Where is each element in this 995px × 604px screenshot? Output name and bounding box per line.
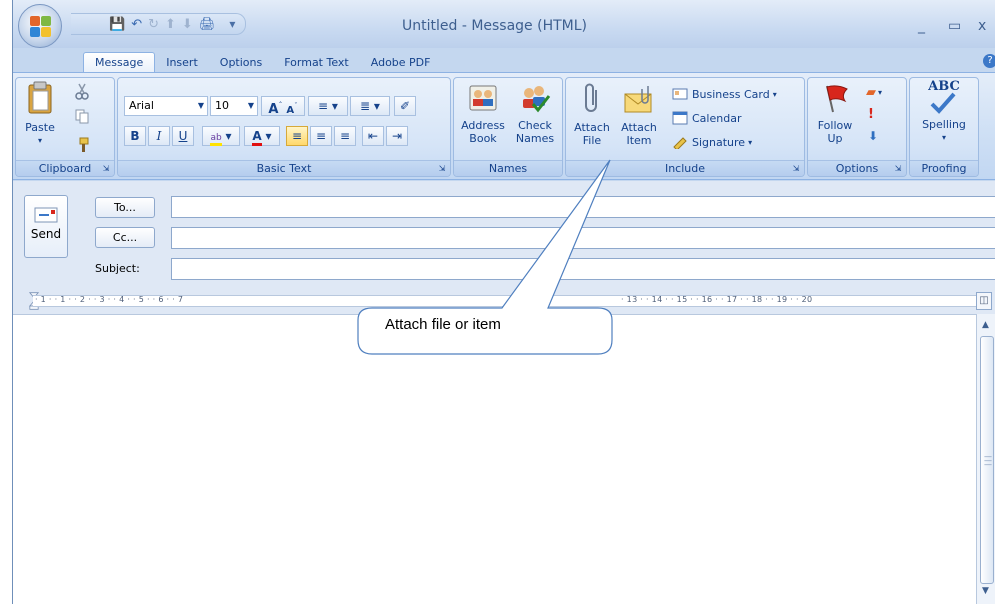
vertical-scrollbar[interactable]: ▲ — — — ▼: [976, 314, 995, 604]
ribbon-tabs: Message Insert Options Format Text Adobe…: [83, 50, 441, 73]
increase-indent-button[interactable]: ⇥: [386, 126, 408, 146]
address-book-button[interactable]: Address Book: [458, 82, 508, 145]
font-name-combo[interactable]: Arial ▼: [124, 96, 208, 116]
font-color-button[interactable]: A ▾: [244, 126, 280, 146]
ruler-left-marks: · 1 · · 1 · · 2 · · 3 · · 4 · · 5 · · 6 …: [35, 295, 184, 304]
grip-icon: — — —: [984, 452, 992, 469]
importance-low-icon[interactable]: ⬇: [868, 126, 878, 146]
business-card-button[interactable]: Business Card ▾: [672, 84, 777, 104]
tab-adobe-pdf[interactable]: Adobe PDF: [360, 53, 442, 73]
title-bar: 💾 ↶ ↻ ⬆ ⬇ 🖨 ▾ Untitled - Message (HTML) …: [13, 0, 995, 48]
message-header: Send To... Cc... Subject:: [13, 181, 995, 286]
clipboard-group-label: Clipboard: [16, 160, 114, 176]
paste-icon: [28, 81, 52, 114]
scroll-down-icon[interactable]: ▼: [982, 586, 989, 596]
options-group-label: Options: [808, 160, 906, 176]
close-icon[interactable]: x: [978, 18, 986, 34]
to-field[interactable]: [171, 196, 995, 218]
check-names-icon: [523, 86, 551, 113]
calendar-icon: [672, 111, 688, 125]
underline-button[interactable]: U: [172, 126, 194, 146]
attach-item-button[interactable]: Attach Item: [616, 82, 662, 147]
basic-text-launcher-icon[interactable]: ⇲: [437, 164, 447, 174]
maximize-icon[interactable]: ▭: [948, 18, 961, 34]
group-include: Attach File Attach Item Business Card ▾ C…: [565, 77, 805, 177]
office-logo-icon: [30, 16, 52, 38]
send-envelope-icon: [34, 207, 58, 223]
flag-icon: [826, 85, 848, 113]
group-basic-text: Arial ▼ 10 ▼ Aˆ Aˇ ≡ ▾ ≣ ▾ ✐ B I U ab ▾ A …: [117, 77, 451, 177]
help-icon[interactable]: ?: [983, 54, 995, 68]
group-names: Address Book Check Names Names: [453, 77, 563, 177]
group-proofing: ABC Spelling ▾ Proofing: [909, 77, 979, 177]
align-center-button[interactable]: ≡: [310, 126, 332, 146]
ruler-strip: · 1 · · 1 · · 2 · · 3 · · 4 · · 5 · · 6 …: [33, 295, 983, 307]
names-group-label: Names: [454, 160, 562, 176]
scroll-up-icon[interactable]: ▲: [982, 320, 989, 330]
subject-field[interactable]: [171, 258, 995, 280]
check-names-button[interactable]: Check Names: [510, 82, 560, 145]
ruler-right-marks: · 13 · · 14 · · 15 · · 16 · · 17 · · 18 …: [621, 295, 813, 304]
send-button[interactable]: Send: [24, 195, 68, 258]
signature-button[interactable]: Signature ▾: [672, 132, 752, 152]
tab-format-text[interactable]: Format Text: [273, 53, 360, 73]
callout-text: Attach file or item: [385, 316, 501, 333]
signature-icon: [673, 137, 687, 149]
decrease-indent-button[interactable]: ⇤: [362, 126, 384, 146]
align-left-button[interactable]: ≡: [286, 126, 308, 146]
cut-icon[interactable]: [74, 82, 90, 100]
address-book-icon: [469, 85, 497, 111]
minimize-icon[interactable]: _: [918, 18, 925, 34]
spelling-check-icon: ABC: [914, 80, 974, 118]
paste-button[interactable]: Paste ▾: [20, 80, 60, 147]
tab-options[interactable]: Options: [209, 53, 273, 73]
align-right-button[interactable]: ≡: [334, 126, 356, 146]
tab-insert[interactable]: Insert: [155, 53, 209, 73]
calendar-button[interactable]: Calendar: [672, 108, 741, 128]
follow-up-button[interactable]: Follow Up: [810, 82, 860, 145]
numbering-button[interactable]: ≣ ▾: [350, 96, 390, 116]
envelope-icon: [624, 86, 652, 113]
group-options: Follow Up ▰ ▾ ! ⬇ Options ⇲: [807, 77, 907, 177]
scroll-thumb[interactable]: — — —: [980, 336, 994, 584]
ribbon: Paste ▾ Clipboard ⇲ Arial ▼ 10 ▼ Aˆ Aˇ ≡…: [13, 72, 995, 180]
group-clipboard: Paste ▾ Clipboard ⇲: [15, 77, 115, 177]
format-painter-icon[interactable]: [74, 136, 90, 154]
options-launcher-icon[interactable]: ⇲: [893, 164, 903, 174]
copy-icon[interactable]: [74, 108, 90, 124]
tab-message[interactable]: Message: [83, 52, 156, 73]
grow-shrink-font-button[interactable]: Aˆ Aˇ: [261, 96, 305, 117]
importance-high-icon[interactable]: !: [868, 104, 874, 124]
window-title: Untitled - Message (HTML): [401, 18, 588, 34]
outlook-message-window: 💾 ↶ ↻ ⬆ ⬇ 🖨 ▾ Untitled - Message (HTML) …: [12, 0, 995, 604]
paperclip-icon: [585, 83, 597, 112]
view-ruler-icon[interactable]: ◫: [976, 292, 992, 310]
include-group-label: Include: [566, 160, 804, 176]
paste-label: Paste: [25, 121, 55, 134]
office-button[interactable]: [18, 4, 62, 48]
italic-button[interactable]: I: [148, 126, 170, 146]
to-button[interactable]: To...: [95, 197, 155, 218]
message-body-editor[interactable]: [13, 314, 976, 604]
bold-button[interactable]: B: [124, 126, 146, 146]
cc-button[interactable]: Cc...: [95, 227, 155, 248]
cc-field[interactable]: [171, 227, 995, 249]
clear-formatting-icon[interactable]: ✐: [394, 96, 416, 116]
subject-label: Subject:: [95, 262, 140, 275]
clipboard-launcher-icon[interactable]: ⇲: [101, 164, 111, 174]
spelling-button[interactable]: ABC Spelling ▾: [914, 80, 974, 144]
business-card-icon: [672, 88, 688, 100]
proofing-group-label: Proofing: [910, 160, 978, 176]
basic-text-group-label: Basic Text: [118, 160, 450, 176]
bullets-button[interactable]: ≡ ▾: [308, 96, 348, 116]
font-size-combo[interactable]: 10 ▼: [210, 96, 258, 116]
categorize-button[interactable]: ▰ ▾: [866, 82, 882, 102]
highlight-button[interactable]: ab ▾: [202, 126, 240, 146]
include-launcher-icon[interactable]: ⇲: [791, 164, 801, 174]
ruler: · 1 · · 1 · · 2 · · 3 · · 4 · · 5 · · 6 …: [13, 286, 995, 314]
attach-file-button[interactable]: Attach File: [570, 82, 614, 147]
